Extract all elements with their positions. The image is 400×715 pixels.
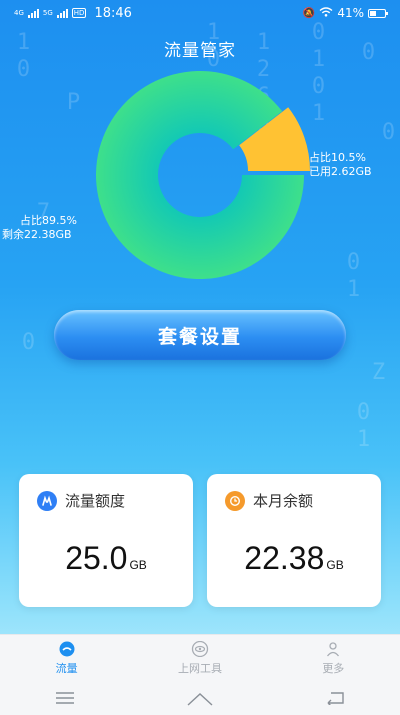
nav-tab-traffic[interactable]: 流量 [0,635,133,681]
quota-icon [37,490,57,511]
nav-tab-traffic-label: 流量 [55,662,78,675]
nav-tab-more-label: 更多 [322,662,345,675]
quota-value: 25.0 [65,540,128,576]
traffic-icon [59,641,75,657]
eye-icon [191,641,209,657]
usage-donut-chart [96,70,310,280]
bottom-nav: 流量 上网工具 更多 [0,634,400,681]
monthly-balance-card[interactable]: 本月余额 22.38 GB [207,474,381,607]
menu-icon[interactable] [55,691,75,705]
nav-tab-tools[interactable]: 上网工具 [133,635,266,681]
quota-card[interactable]: 流量额度 25.0 GB [19,474,193,607]
home-icon[interactable] [186,690,214,706]
monthly-balance-title: 本月余额 [253,492,314,510]
clock-icon [225,490,245,511]
monthly-balance-unit: GB [326,558,344,572]
remaining-slice [96,70,305,280]
quota-card-title: 流量额度 [65,492,126,510]
person-icon [327,642,340,657]
used-share-label: 占比10.5% [309,151,366,164]
nav-tab-more[interactable]: 更多 [267,635,400,681]
monthly-balance-value: 22.38 [244,540,325,576]
back-icon[interactable] [325,691,345,705]
remaining-amount-label: 剩余22.38GB [2,228,72,241]
quota-unit: GB [129,558,147,572]
system-nav-bar [0,680,400,715]
plan-settings-button[interactable]: 套餐设置 [54,310,346,360]
remaining-share-label: 占比89.5% [20,214,77,227]
used-amount-label: 已用2.62GB [309,165,372,178]
nav-tab-tools-label: 上网工具 [177,662,222,675]
